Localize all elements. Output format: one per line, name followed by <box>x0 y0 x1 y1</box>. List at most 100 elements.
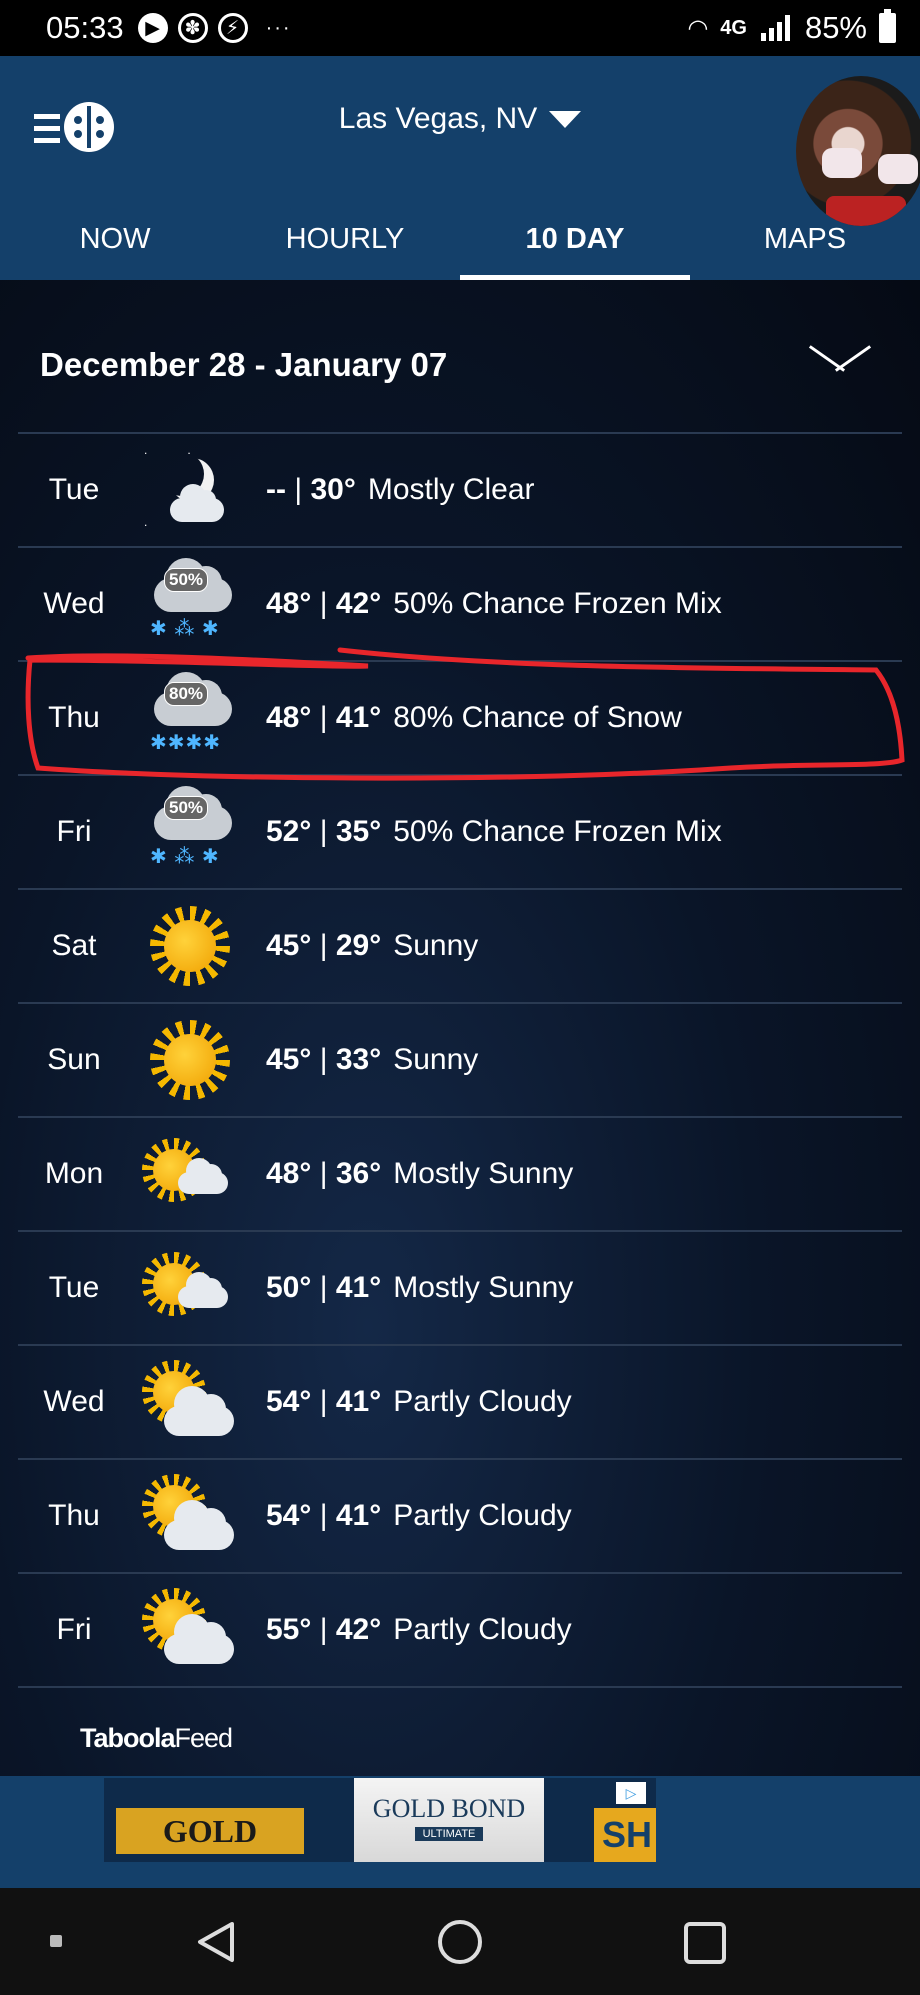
forecast-day: Tue <box>48 473 100 506</box>
forecast-condition: Mostly Clear <box>367 473 535 506</box>
precip-badge: 50% <box>164 796 209 820</box>
forecast-low: 41° <box>335 1499 382 1532</box>
forecast-high: 52° <box>266 815 312 848</box>
status-bar: 05:33 ▶ ✽ ⚡ ··· ◠ 4G 85% <box>0 0 920 56</box>
forecast-row[interactable]: Mon 48° | 36° Mostly Sunny <box>18 1118 902 1232</box>
forecast-panel: December 28 - January 07 Tue . . .. -- |… <box>0 280 920 1776</box>
forecast-low: 30° <box>310 473 356 506</box>
forecast-high: 54° <box>266 1499 312 1532</box>
forecast-condition: 80% Chance of Snow <box>393 701 682 734</box>
forecast-day: Sun <box>47 1043 101 1076</box>
forecast-row[interactable]: Wed 54° | 41° Partly Cloudy <box>18 1346 902 1460</box>
forecast-day: Sat <box>51 929 97 962</box>
chevron-down-icon[interactable] <box>808 340 868 380</box>
forecast-high: 48° <box>266 701 312 734</box>
forecast-high: 50° <box>266 1271 312 1304</box>
forecast-high: 45° <box>266 1043 312 1076</box>
forecast-high: 45° <box>266 929 312 962</box>
signal-icon <box>759 15 793 41</box>
forecast-low: 41° <box>335 1271 382 1304</box>
ad-product-image: GOLD BOND ULTIMATE <box>354 1778 544 1862</box>
forecast-condition: Mostly Sunny <box>393 1157 574 1190</box>
forecast-row[interactable]: Wed 50% ✱ ⁂ ✱ 48° | 42° 50% Chance Froze… <box>18 548 902 662</box>
more-notifications-icon: ··· <box>265 16 292 39</box>
forecast-list: Tue . . .. -- | 30° Mostly Clear Wed 50%… <box>18 434 902 1688</box>
partly-cloudy-icon <box>140 1580 240 1680</box>
tab-hourly[interactable]: HOURLY <box>230 206 460 280</box>
battery-percent: 85% <box>804 10 867 45</box>
location-name: Las Vegas, NV <box>338 102 538 135</box>
partly-cloudy-icon <box>140 1352 240 1452</box>
tab-now[interactable]: NOW <box>0 206 230 280</box>
forecast-condition: Mostly Sunny <box>393 1271 574 1304</box>
partly-cloudy-icon <box>140 1466 240 1566</box>
forecast-day: Wed <box>43 587 105 620</box>
ad-choices-icon[interactable]: ▷ <box>616 1782 646 1804</box>
mostly-sunny-icon <box>140 1124 240 1224</box>
forecast-condition: Partly Cloudy <box>393 1499 572 1532</box>
forecast-row[interactable]: Sat 45° | 29° Sunny <box>18 890 902 1004</box>
forecast-low: 42° <box>335 1613 382 1646</box>
precip-badge: 50% <box>164 568 209 592</box>
play-store-icon: ▶ <box>137 13 168 43</box>
forecast-row[interactable]: Thu 54° | 41° Partly Cloudy <box>18 1460 902 1574</box>
back-icon[interactable] <box>196 1920 236 1964</box>
ad-cta[interactable]: SH <box>594 1808 656 1862</box>
forecast-row[interactable]: Thu 80% ✱✱✱✱ 48° | 41° 80% Chance of Sno… <box>18 662 902 776</box>
forecast-high: 48° <box>266 587 312 620</box>
battery-icon <box>879 9 896 43</box>
home-icon[interactable] <box>438 1920 482 1964</box>
forecast-low: 29° <box>335 929 382 962</box>
tab-10-day[interactable]: 10 DAY <box>460 206 690 280</box>
forecast-day: Fri <box>56 815 92 848</box>
forecast-low: 35° <box>335 815 382 848</box>
mostly-sunny-icon <box>140 1238 240 1338</box>
forecast-high: 54° <box>266 1385 312 1418</box>
tab-maps[interactable]: MAPS <box>690 206 920 280</box>
forecast-condition: Sunny <box>393 1043 479 1076</box>
forecast-day: Thu <box>48 1499 100 1532</box>
ad-brand-label: GOLD BOND <box>116 1808 304 1862</box>
forecast-low: 33° <box>335 1043 382 1076</box>
tab-bar: NOW HOURLY 10 DAY MAPS <box>0 206 920 280</box>
network-type: 4G <box>720 16 747 39</box>
app-header: Las Vegas, NV NOW HOURLY 10 DAY MAPS <box>0 56 920 280</box>
forecast-row[interactable]: Fri 50% ✱ ⁂ ✱ 52° | 35° 50% Chance Froze… <box>18 776 902 890</box>
frozen-mix-icon: 50% ✱ ⁂ ✱ <box>140 554 240 654</box>
forecast-high: 48° <box>266 1157 312 1190</box>
forecast-day: Tue <box>48 1271 100 1304</box>
forecast-condition: 50% Chance Frozen Mix <box>393 815 722 848</box>
date-range-header[interactable]: December 28 - January 07 <box>18 280 902 434</box>
forecast-condition: 50% Chance Frozen Mix <box>393 587 722 620</box>
nav-indicator-icon <box>50 1935 62 1947</box>
location-selector[interactable]: Las Vegas, NV <box>0 102 920 136</box>
forecast-day: Wed <box>43 1385 105 1418</box>
avatar[interactable] <box>796 76 920 226</box>
forecast-row[interactable]: Tue 50° | 41° Mostly Sunny <box>18 1232 902 1346</box>
forecast-low: 41° <box>335 1385 382 1418</box>
date-range-title: December 28 - January 07 <box>40 346 448 383</box>
forecast-condition: Partly Cloudy <box>393 1613 572 1646</box>
forecast-low: 41° <box>335 701 382 734</box>
forecast-row[interactable]: Sun 45° | 33° Sunny <box>18 1004 902 1118</box>
wifi-icon: ◠ <box>687 14 709 42</box>
forecast-low: 42° <box>335 587 382 620</box>
activity-icon: ✽ <box>177 13 208 43</box>
forecast-row[interactable]: Fri 55° | 42° Partly Cloudy <box>18 1574 902 1688</box>
forecast-low: 36° <box>335 1157 382 1190</box>
snow-icon: 80% ✱✱✱✱ <box>140 668 240 768</box>
ad-banner[interactable]: GOLD BOND GOLD BOND ULTIMATE SH ▷ <box>104 1778 656 1862</box>
forecast-condition: Partly Cloudy <box>393 1385 572 1418</box>
sunny-icon <box>140 896 240 996</box>
forecast-high: -- <box>266 473 286 506</box>
caret-down-icon <box>549 110 582 128</box>
sunny-icon <box>140 1010 240 1110</box>
frozen-mix-icon: 50% ✱ ⁂ ✱ <box>140 782 240 882</box>
forecast-high: 55° <box>266 1613 312 1646</box>
recent-apps-icon[interactable] <box>684 1922 726 1964</box>
messenger-icon: ⚡ <box>217 13 248 43</box>
taboola-feed-label[interactable]: TaboolaFeed <box>80 1723 233 1754</box>
forecast-condition: Sunny <box>393 929 479 962</box>
forecast-day: Thu <box>48 701 100 734</box>
forecast-row[interactable]: Tue . . .. -- | 30° Mostly Clear <box>18 434 902 548</box>
